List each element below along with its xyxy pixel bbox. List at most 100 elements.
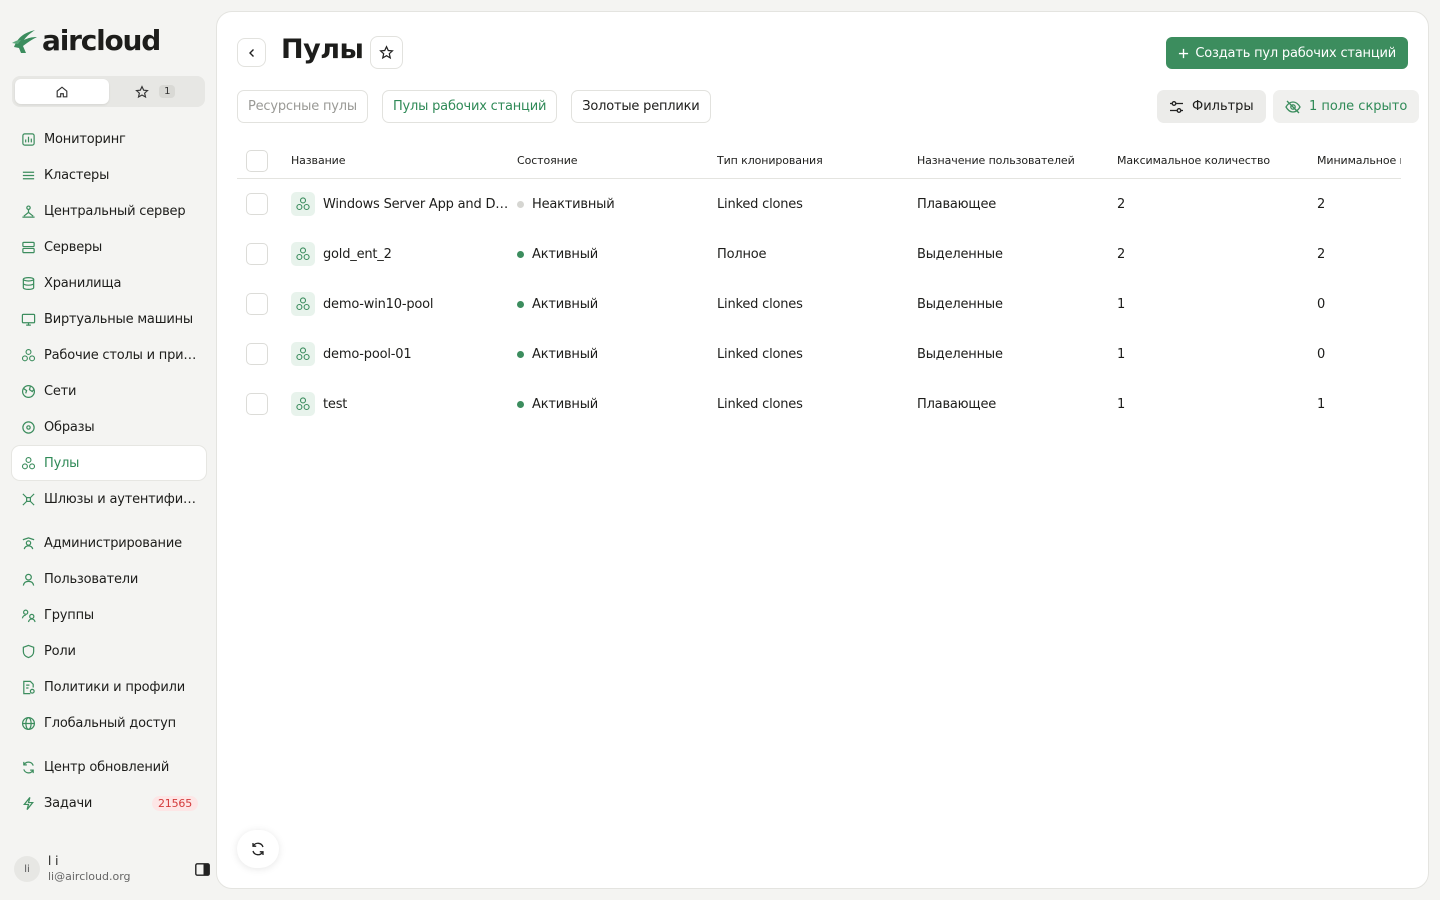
favorite-button[interactable] xyxy=(370,36,403,69)
row-checkbox[interactable] xyxy=(246,193,268,215)
row-checkbox[interactable] xyxy=(246,243,268,265)
table-row[interactable]: gold_ent_2 Активный Полное Выделенные 2 … xyxy=(237,229,1401,279)
sidebar-item-label: Рабочие столы и приложения xyxy=(44,347,198,363)
sidebar-item-users[interactable]: Пользователи xyxy=(12,562,206,596)
pool-name-link[interactable]: demo-win10-pool xyxy=(323,297,433,312)
column-header-name[interactable]: Название xyxy=(291,154,517,167)
refresh-icon xyxy=(252,842,264,856)
pool-icon xyxy=(291,242,315,266)
chart-icon xyxy=(20,131,36,147)
sidebar-item-label: Центральный сервер xyxy=(44,203,186,219)
max-count-cell: 1 xyxy=(1117,296,1126,312)
star-icon xyxy=(379,45,394,60)
table-row[interactable]: demo-win10-pool Активный Linked clones В… xyxy=(237,279,1401,329)
create-pool-button[interactable]: Создать пул рабочих станций xyxy=(1166,37,1408,69)
max-count-cell: 2 xyxy=(1117,246,1126,262)
globe-icon xyxy=(20,715,36,731)
sidebar-item-central-server[interactable]: Центральный сервер xyxy=(12,194,206,228)
row-checkbox[interactable] xyxy=(246,393,268,415)
status-dot xyxy=(517,350,524,358)
pool-name-link[interactable]: demo-pool-01 xyxy=(323,347,411,362)
logo[interactable]: aircloud xyxy=(10,22,161,58)
status-text: Активный xyxy=(532,296,599,312)
tab-resource-pools[interactable]: Ресурсные пулы xyxy=(237,90,368,123)
aircloud-logo-icon xyxy=(12,30,37,53)
group-icon xyxy=(20,607,36,623)
row-checkbox[interactable] xyxy=(246,293,268,315)
sidebar-item-monitoring[interactable]: Мониторинг xyxy=(12,122,206,156)
refresh-button[interactable] xyxy=(237,830,279,868)
sidebar-item-images[interactable]: Образы xyxy=(12,410,206,444)
pool-name-link[interactable]: gold_ent_2 xyxy=(323,247,392,262)
sidebar-item-label: Образы xyxy=(44,419,95,435)
sidebar-item-global-access[interactable]: Глобальный доступ xyxy=(12,706,206,740)
sidebar-item-updates[interactable]: Центр обновлений xyxy=(12,750,206,784)
disc-icon xyxy=(20,419,36,435)
column-header-min-count[interactable]: Минимальное к xyxy=(1317,154,1401,167)
min-count-cell: 2 xyxy=(1317,196,1326,212)
home-favorites-switch: 1 xyxy=(12,76,205,107)
page-title: Пулы xyxy=(281,34,364,65)
back-button[interactable] xyxy=(237,38,266,67)
sidebar-item-label: Группы xyxy=(44,607,94,623)
sidebar-item-desktops[interactable]: Рабочие столы и приложения xyxy=(12,338,206,372)
database-icon xyxy=(20,275,36,291)
sidebar-item-label: Сети xyxy=(44,383,77,399)
sidebar-item-roles[interactable]: Роли xyxy=(12,634,206,668)
table-row[interactable]: demo-pool-01 Активный Linked clones Выде… xyxy=(237,329,1401,379)
sidebar-item-networks[interactable]: Сети xyxy=(12,374,206,408)
pool-icon xyxy=(291,192,315,216)
sidebar-item-groups[interactable]: Группы xyxy=(12,598,206,632)
home-icon xyxy=(56,85,68,97)
hidden-fields-label: 1 поле скрыто xyxy=(1309,99,1408,114)
pool-name-link[interactable]: Windows Server App and Desktop xyxy=(323,197,509,212)
home-tab[interactable] xyxy=(15,79,109,104)
filters-button[interactable]: Фильтры xyxy=(1157,90,1266,123)
sidebar-item-label: Пулы xyxy=(44,455,80,471)
row-checkbox[interactable] xyxy=(246,343,268,365)
sidebar-item-vms[interactable]: Виртуальные машины xyxy=(12,302,206,336)
sidebar-item-label: Серверы xyxy=(44,239,103,255)
sidebar-item-tasks[interactable]: Задачи 21565 xyxy=(12,786,206,820)
favorites-tab[interactable]: 1 xyxy=(109,79,203,104)
user-profile[interactable]: li l i li@aircloud.org xyxy=(14,852,210,886)
table-row[interactable]: Windows Server App and Desktop Неактивны… xyxy=(237,179,1401,229)
table-row[interactable]: test Активный Linked clones Плавающее 1 … xyxy=(237,379,1401,429)
min-count-cell: 1 xyxy=(1317,396,1326,412)
pool-type-tabs: Ресурсные пулы Пулы рабочих станций Золо… xyxy=(237,90,711,123)
status-dot xyxy=(517,200,524,208)
sidebar-item-storage[interactable]: Хранилища xyxy=(12,266,206,300)
tab-workstation-pools[interactable]: Пулы рабочих станций xyxy=(381,90,558,123)
user-assignment-cell: Выделенные xyxy=(917,346,1003,362)
avatar: li xyxy=(14,856,40,882)
status-dot xyxy=(517,250,524,258)
sidebar-item-admin[interactable]: Администрирование xyxy=(12,526,206,560)
sidebar-item-gateways[interactable]: Шлюзы и аутентификация xyxy=(12,482,206,516)
monitor-icon xyxy=(20,311,36,327)
column-header-clone-type[interactable]: Тип клонирования xyxy=(717,154,917,167)
sidebar-item-pools[interactable]: Пулы xyxy=(12,446,206,480)
sidebar-item-label: Администрирование xyxy=(44,535,182,551)
tab-golden-replicas[interactable]: Золотые реплики xyxy=(571,90,711,123)
sidebar-toggle-button[interactable] xyxy=(194,861,210,877)
select-all-checkbox[interactable] xyxy=(246,149,268,172)
network-icon xyxy=(20,203,36,219)
hidden-fields-button[interactable]: 1 поле скрыто xyxy=(1273,90,1420,123)
sidebar-item-servers[interactable]: Серверы xyxy=(12,230,206,264)
sidebar-item-clusters[interactable]: Кластеры xyxy=(12,158,206,192)
pool-name-link[interactable]: test xyxy=(323,397,347,412)
refresh-icon xyxy=(20,759,36,775)
clone-type-cell: Linked clones xyxy=(717,196,803,212)
tasks-count-badge: 21565 xyxy=(152,795,198,811)
sidebar-item-label: Кластеры xyxy=(44,167,110,183)
clone-type-cell: Linked clones xyxy=(717,296,803,312)
status-text: Активный xyxy=(532,396,599,412)
server-icon xyxy=(20,239,36,255)
column-header-state[interactable]: Состояние xyxy=(517,154,717,167)
user-assignment-cell: Выделенные xyxy=(917,296,1003,312)
column-header-user-assignment[interactable]: Назначение пользователей xyxy=(917,154,1117,167)
sidebar-item-policies[interactable]: Политики и профили xyxy=(12,670,206,704)
filters-label: Фильтры xyxy=(1192,99,1254,114)
column-header-max-count[interactable]: Максимальное количество xyxy=(1117,154,1317,167)
pool-icon xyxy=(291,292,315,316)
